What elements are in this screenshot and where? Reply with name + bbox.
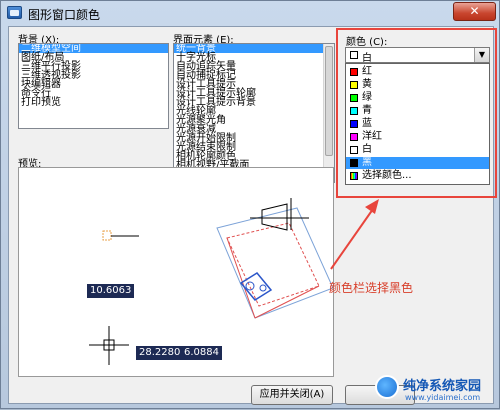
dialog-window: 图形窗口颜色 ✕ 背景 (X): 二维模型空间 图纸/布局 三维平行投影 三维透视投影… [0, 0, 500, 409]
annotation-text: 颜色栏选择黑色 [329, 281, 414, 295]
watermark-name: 纯净系统家园 [403, 379, 482, 394]
watermark-logo-icon [375, 375, 399, 399]
annotation-arrow [330, 199, 379, 270]
site-watermark: 纯净系统家园 www.yidaimei.com [375, 373, 499, 407]
watermark-url: www.yidaimei.com [405, 393, 481, 402]
